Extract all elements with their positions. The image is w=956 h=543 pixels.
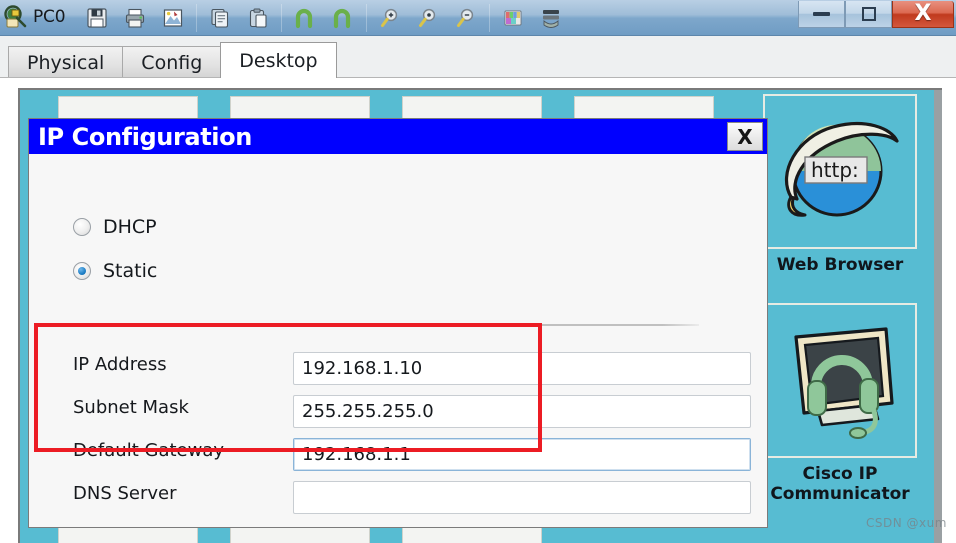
- radio-dhcp-label: DHCP: [103, 216, 157, 238]
- minimize-icon: [813, 12, 830, 16]
- toolbar-separator-4: [485, 0, 494, 36]
- ip-configuration-body: DHCP Static IP Address 192.168.1.10 Subn…: [29, 154, 767, 527]
- default-gateway-input[interactable]: 192.168.1.1: [293, 438, 751, 471]
- ip-communicator-label: Cisco IP Communicator: [770, 464, 910, 505]
- tab-desktop-label: Desktop: [239, 49, 318, 72]
- window-titlebar: PC0 X: [0, 0, 956, 36]
- tab-physical-label: Physical: [27, 51, 105, 74]
- paste-icon[interactable]: [239, 0, 277, 36]
- subnet-mask-label: Subnet Mask: [73, 397, 189, 418]
- window-controls: X: [798, 1, 954, 29]
- palette-icon[interactable]: [494, 0, 532, 36]
- minimize-button[interactable]: [798, 1, 845, 28]
- field-row-dns-server: DNS Server: [29, 481, 769, 514]
- close-button[interactable]: X: [892, 1, 954, 28]
- print-icon[interactable]: [116, 0, 154, 36]
- redo-icon[interactable]: [324, 0, 362, 36]
- zoom-out-icon[interactable]: [447, 0, 485, 36]
- maximize-icon: [861, 7, 876, 21]
- main-toolbar: [78, 0, 570, 36]
- default-gateway-label: Default Gateway: [73, 440, 225, 461]
- radio-option-dhcp[interactable]: DHCP: [73, 216, 157, 238]
- field-row-subnet-mask: Subnet Mask 255.255.255.0: [29, 395, 769, 428]
- ip-address-input[interactable]: 192.168.1.10: [293, 352, 751, 385]
- packet-tracer-device-window: PC0 X Physical Config Desktop http: Web …: [0, 0, 956, 543]
- copy-icon[interactable]: [201, 0, 239, 36]
- toolbar-separator-3: [362, 0, 371, 36]
- maximize-button[interactable]: [845, 1, 892, 28]
- toolbar-separator-1: [192, 0, 201, 36]
- custom-devices-icon[interactable]: [532, 0, 570, 36]
- zoom-reset-icon[interactable]: [409, 0, 447, 36]
- save-icon[interactable]: [78, 0, 116, 36]
- desktop-canvas: IPv6 Configuration http:: [18, 88, 942, 543]
- radio-dhcp-icon[interactable]: [73, 218, 91, 236]
- ip-configuration-title: IP Configuration: [38, 122, 252, 151]
- default-gateway-value: 192.168.1.1: [302, 444, 411, 465]
- field-row-default-gateway: Default Gateway 192.168.1.1: [29, 438, 769, 471]
- packet-tracer-device-icon: [4, 5, 30, 31]
- ip-address-label: IP Address: [73, 354, 167, 375]
- svg-text:http:: http:: [811, 158, 859, 182]
- activity-wizard-icon[interactable]: [154, 0, 192, 36]
- ip-address-value: 192.168.1.10: [302, 358, 423, 379]
- radio-option-static[interactable]: Static: [73, 260, 157, 282]
- ip-configuration-close-button[interactable]: X: [727, 122, 763, 151]
- zoom-in-icon[interactable]: [371, 0, 409, 36]
- pane-right-edge: [948, 156, 956, 543]
- tab-physical[interactable]: Physical: [8, 46, 124, 78]
- desktop-scrollbar[interactable]: [934, 90, 942, 543]
- web-browser-icon-box: http:: [763, 94, 917, 249]
- watermark: CSDN @xum: [866, 516, 947, 530]
- close-icon: X: [737, 124, 753, 149]
- desktop-app-ip-communicator[interactable]: Cisco IP Communicator: [760, 303, 920, 505]
- web-browser-label: Web Browser: [776, 255, 904, 275]
- ip-communicator-icon: [774, 319, 906, 443]
- subnet-mask-value: 255.255.255.0: [302, 401, 434, 422]
- ip-configuration-titlebar: IP Configuration X: [29, 119, 767, 154]
- subnet-mask-input[interactable]: 255.255.255.0: [293, 395, 751, 428]
- tab-desktop[interactable]: Desktop: [220, 42, 337, 78]
- window-title: PC0: [33, 7, 66, 27]
- radio-static-icon[interactable]: [73, 262, 91, 280]
- close-icon: X: [914, 1, 932, 26]
- tab-config-label: Config: [141, 51, 203, 74]
- ip-communicator-icon-box: [763, 303, 917, 458]
- device-tabstrip: Physical Config Desktop: [0, 36, 956, 78]
- radio-static-label: Static: [103, 260, 158, 282]
- desktop-pane: IPv6 Configuration http:: [0, 78, 956, 543]
- ip-configuration-dialog: IP Configuration X DHCP Static IP Addres…: [28, 118, 768, 528]
- desktop-app-web-browser[interactable]: http: Web Browser: [760, 94, 920, 275]
- form-separator: [89, 324, 699, 326]
- toolbar-separator-2: [277, 0, 286, 36]
- dns-server-label: DNS Server: [73, 483, 177, 504]
- tab-config[interactable]: Config: [122, 46, 222, 78]
- web-browser-icon: http:: [775, 111, 905, 233]
- field-row-ip-address: IP Address 192.168.1.10: [29, 352, 769, 385]
- undo-icon[interactable]: [286, 0, 324, 36]
- dns-server-input[interactable]: [293, 481, 751, 514]
